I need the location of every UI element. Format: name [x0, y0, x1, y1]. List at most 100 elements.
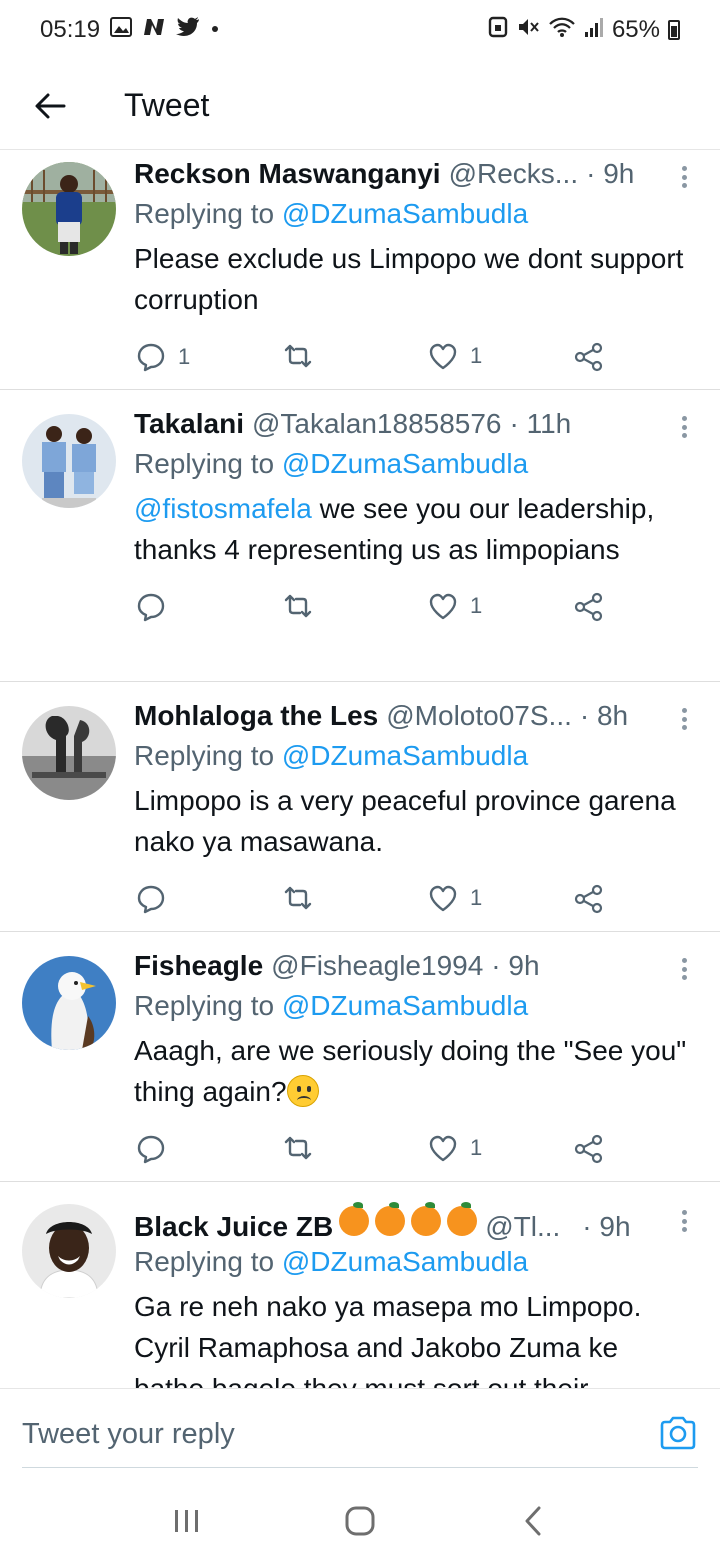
orange-emoji [339, 1202, 370, 1236]
orange-emoji [375, 1202, 406, 1236]
tweet-text: Limpopo is a very peaceful province gare… [134, 785, 676, 857]
recent-apps-button[interactable] [157, 1491, 217, 1551]
author-name[interactable]: Fisheagle [134, 950, 263, 982]
tweet-time: · 11h [509, 408, 572, 439]
tweet-text: Please exclude us Limpopo we dont suppor… [134, 243, 684, 315]
nav-back-button[interactable] [503, 1491, 563, 1551]
share-button[interactable] [574, 592, 604, 622]
share-button[interactable] [574, 884, 604, 914]
camera-button[interactable] [658, 1413, 698, 1453]
avatar[interactable] [22, 956, 116, 1050]
lock-icon [488, 16, 508, 45]
tweet-item[interactable]: Fisheagle @Fisheagle1994 · 9h Replying t… [0, 932, 720, 1182]
tweet-item[interactable]: Mohlaloga the Les @Moloto07S... · 8h Rep… [0, 682, 720, 932]
back-button[interactable] [20, 76, 80, 136]
replying-to-mention[interactable]: @DZumaSambudla [282, 1246, 528, 1277]
replying-to-mention[interactable]: @DZumaSambudla [282, 990, 528, 1021]
tweet-time: · 9h [586, 158, 635, 189]
tweet-time: · 9h [491, 950, 540, 981]
orange-emoji [411, 1202, 442, 1236]
avatar[interactable] [22, 706, 116, 800]
tweet-header: Fisheagle @Fisheagle1994 · 9h [134, 944, 720, 984]
avatar[interactable] [22, 414, 116, 508]
retweet-icon [284, 344, 312, 368]
like-button[interactable]: 1 [428, 592, 482, 620]
home-icon [345, 1506, 375, 1536]
more-options-icon[interactable] [674, 162, 694, 192]
share-icon [574, 1134, 603, 1164]
share-button[interactable] [574, 342, 604, 372]
status-time: 05:19 [40, 16, 101, 43]
replying-to: Replying to @DZumaSambudla [134, 740, 529, 771]
reply-icon [137, 1135, 165, 1164]
like-button[interactable]: 1 [428, 342, 482, 370]
more-options-icon[interactable] [674, 704, 694, 734]
reply-button[interactable]: 1 [136, 342, 190, 372]
like-button[interactable]: 1 [428, 1134, 482, 1162]
frowning-face-emoji [286, 1075, 319, 1107]
reply-button[interactable] [136, 1134, 166, 1164]
author-handle[interactable]: @Takalan18858576 [252, 408, 502, 440]
share-icon [574, 592, 603, 622]
retweet-icon [284, 594, 312, 618]
like-count: 1 [470, 1135, 483, 1160]
status-bar: 05:19 65% [0, 0, 720, 60]
author-name[interactable]: Reckson Maswanganyi [134, 158, 441, 190]
more-options-icon[interactable] [674, 954, 694, 984]
author-handle[interactable]: @Moloto07S... [386, 700, 572, 732]
reply-input[interactable] [22, 1409, 642, 1459]
author-handle[interactable]: @Fisheagle1994 [271, 950, 483, 982]
retweet-icon [284, 1136, 312, 1160]
tweet-text: Aaagh, are we seriously doing the "See y… [134, 1035, 687, 1107]
avatar[interactable] [22, 162, 116, 256]
tweet-header: Mohlaloga the Les @Moloto07S... · 8h [134, 694, 720, 734]
share-button[interactable] [574, 1134, 604, 1164]
battery-percent: 65% [611, 16, 660, 43]
text-mention[interactable]: @fistosmafela [134, 493, 312, 524]
page-title: Tweet [124, 87, 210, 123]
mute-icon [516, 16, 540, 45]
retweet-button[interactable] [282, 342, 314, 370]
reply-button[interactable] [136, 884, 166, 914]
replying-to: Replying to @DZumaSambudla [134, 198, 529, 229]
more-options-icon[interactable] [674, 412, 694, 442]
recent-apps-icon [174, 1510, 198, 1532]
reply-icon [137, 593, 165, 622]
author-name[interactable]: Takalani [134, 408, 244, 440]
reply-icon [137, 885, 165, 914]
tweet-item[interactable]: Reckson Maswanganyi @Recks... · 9h Reply… [0, 152, 720, 390]
dot-icon [210, 16, 220, 44]
reply-count: 1 [178, 344, 191, 369]
tweet-item[interactable]: Black Juice ZB @Tl... · 9h Replying to @… [0, 1182, 720, 1388]
replying-to-mention[interactable]: @DZumaSambudla [282, 448, 528, 479]
retweet-button[interactable] [282, 592, 314, 620]
signal-icon [584, 16, 604, 45]
tweet-actions: 1 [134, 570, 720, 652]
retweet-button[interactable] [282, 884, 314, 912]
author-name[interactable]: Black Juice ZB [134, 1211, 333, 1243]
n-icon [142, 16, 166, 44]
back-icon [525, 1506, 541, 1536]
tweet-header: Takalani @Takalan18858576 · 11h [134, 402, 720, 442]
tweet-item[interactable]: Takalani @Takalan18858576 · 11h Replying… [0, 390, 720, 682]
more-options-icon[interactable] [674, 1206, 694, 1236]
replying-to: Replying to @DZumaSambudla [134, 990, 529, 1021]
tweet-header: Black Juice ZB @Tl... · 9h [134, 1200, 720, 1243]
author-handle[interactable]: @Tl... [485, 1211, 560, 1243]
like-button[interactable]: 1 [428, 884, 482, 912]
reply-divider [22, 1467, 698, 1468]
replying-to-mention[interactable]: @DZumaSambudla [282, 198, 528, 229]
author-handle[interactable]: @Recks... [449, 158, 579, 190]
home-button[interactable] [330, 1491, 390, 1551]
avatar[interactable] [22, 1204, 116, 1298]
retweet-icon [284, 886, 312, 910]
replying-to-mention[interactable]: @DZumaSambudla [282, 740, 528, 771]
arrow-left-icon [35, 93, 66, 118]
author-name[interactable]: Mohlaloga the Les [134, 700, 378, 732]
retweet-button[interactable] [282, 1134, 314, 1162]
tweet-text: @fistosmafela we see you our leadership,… [134, 493, 655, 565]
reply-button[interactable] [136, 592, 166, 622]
battery-icon [668, 20, 680, 40]
reply-feed[interactable]: Reckson Maswanganyi @Recks... · 9h Reply… [0, 152, 720, 1388]
wifi-icon [548, 16, 576, 45]
